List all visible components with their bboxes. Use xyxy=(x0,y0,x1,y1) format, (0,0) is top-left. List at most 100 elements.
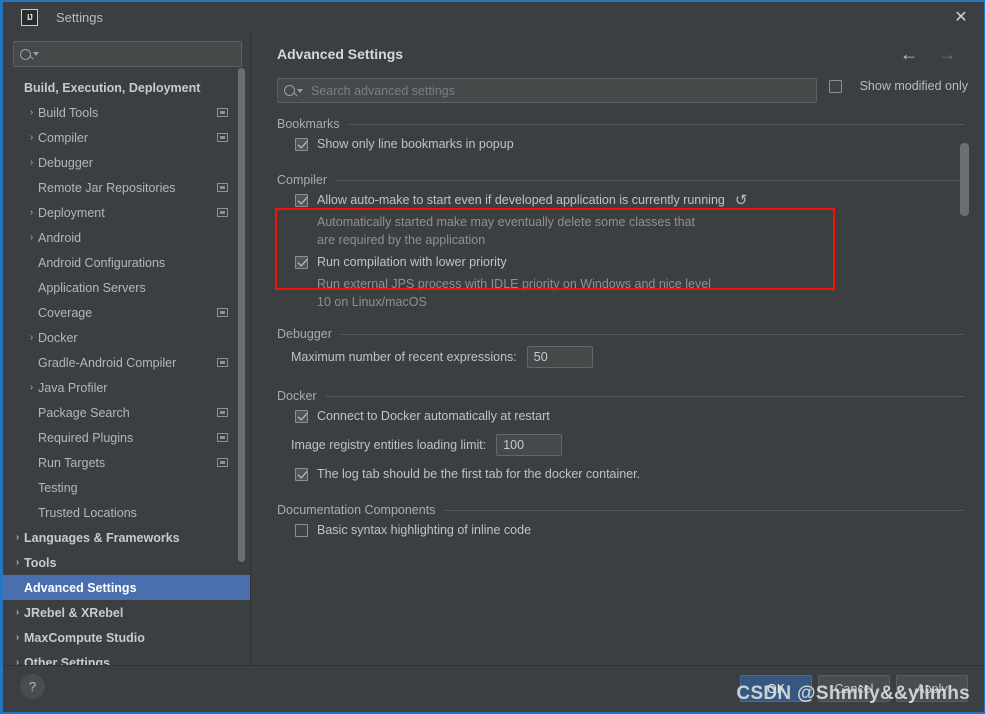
settings-sidebar: Build, Execution, Deployment › Build Tools… xyxy=(3,33,251,665)
show-modified-only-checkbox[interactable] xyxy=(828,79,842,93)
sidebar-item-application-servers[interactable]: Application Servers xyxy=(3,275,250,300)
chevron-right-icon[interactable]: › xyxy=(25,382,38,393)
sidebar-item-debugger[interactable]: › Debugger xyxy=(3,150,250,175)
sidebar-item-coverage[interactable]: Coverage xyxy=(3,300,250,325)
dialog-body: Build, Execution, Deployment › Build Tools… xyxy=(3,33,984,665)
setting-checkbox-row[interactable]: The log tab should be the first tab for … xyxy=(295,461,984,487)
setting-checkbox-row[interactable]: Run compilation with lower priority xyxy=(295,249,984,275)
sidebar-item-label: Android xyxy=(38,230,82,245)
sidebar-scrollbar[interactable] xyxy=(238,68,245,562)
sidebar-item-compiler[interactable]: › Compiler xyxy=(3,125,250,150)
setting-number-input[interactable]: 50 xyxy=(526,346,593,368)
setting-checkbox-row[interactable]: Allow auto-make to start even if develop… xyxy=(295,187,984,213)
chevron-right-icon[interactable]: › xyxy=(25,132,38,143)
module-settings-icon xyxy=(217,308,228,317)
sidebar-item-advanced-settings[interactable]: Advanced Settings xyxy=(3,575,250,600)
show-modified-only-toggle[interactable]: Show modified only xyxy=(828,79,968,93)
chevron-right-icon[interactable]: › xyxy=(11,607,24,618)
sidebar-item-gradle-android-compiler[interactable]: Gradle-Android Compiler xyxy=(3,350,250,375)
sidebar-search-wrapper xyxy=(3,33,250,73)
module-settings-icon xyxy=(217,108,228,117)
close-icon[interactable]: ✕ xyxy=(938,2,984,33)
setting-label: Connect to Docker automatically at resta… xyxy=(317,409,550,423)
chevron-right-icon[interactable]: › xyxy=(25,232,38,243)
sidebar-item-label: Testing xyxy=(38,480,78,495)
sidebar-item-run-targets[interactable]: Run Targets xyxy=(3,450,250,475)
advanced-search-input[interactable]: Search advanced settings xyxy=(277,78,817,103)
sidebar-item-label: Coverage xyxy=(38,305,93,320)
chevron-right-icon[interactable]: › xyxy=(25,332,38,343)
forward-arrow-icon[interactable]: → xyxy=(938,45,956,63)
section-title: Docker xyxy=(277,389,317,403)
search-dropdown-caret-icon[interactable] xyxy=(33,52,39,56)
setting-checkbox[interactable] xyxy=(295,467,308,481)
sidebar-item-docker[interactable]: › Docker xyxy=(3,325,250,350)
setting-description-line: Run external JPS process with IDLE prior… xyxy=(317,277,711,291)
setting-checkbox-row[interactable]: Connect to Docker automatically at resta… xyxy=(295,403,984,429)
sidebar-item-android-configurations[interactable]: Android Configurations xyxy=(3,250,250,275)
main-scrollbar[interactable] xyxy=(960,143,969,216)
setting-checkbox[interactable] xyxy=(295,137,308,151)
sidebar-item-maxcompute-studio[interactable]: › MaxCompute Studio xyxy=(3,625,250,650)
settings-dialog: IJ Settings ✕ Build, Execution, Deployme… xyxy=(0,0,985,714)
settings-search-input[interactable] xyxy=(13,41,242,67)
chevron-right-icon[interactable]: › xyxy=(11,632,24,643)
sidebar-item-label: Trusted Locations xyxy=(38,505,137,520)
show-modified-only-label: Show modified only xyxy=(859,79,968,93)
setting-label: Allow auto-make to start even if develop… xyxy=(317,193,725,207)
settings-scroll-area[interactable]: Bookmarks Show only line bookmarks in pop… xyxy=(251,101,984,665)
section-header: Bookmarks xyxy=(277,101,964,131)
setting-label: Show only line bookmarks in popup xyxy=(317,137,514,151)
sidebar-item-deployment[interactable]: › Deployment xyxy=(3,200,250,225)
setting-checkbox[interactable] xyxy=(295,409,308,423)
help-button[interactable]: ? xyxy=(20,674,45,699)
section-divider xyxy=(444,509,964,511)
setting-checkbox-row[interactable]: Show only line bookmarks in popup xyxy=(295,131,984,157)
sidebar-item-build-tools[interactable]: › Build Tools xyxy=(3,100,250,125)
setting-checkbox[interactable] xyxy=(295,255,308,269)
sidebar-item-java-profiler[interactable]: › Java Profiler xyxy=(3,375,250,400)
sidebar-item-languages-frameworks[interactable]: › Languages & Frameworks xyxy=(3,525,250,550)
sidebar-item-label: Languages & Frameworks xyxy=(24,530,180,545)
sidebar-item-trusted-locations[interactable]: Trusted Locations xyxy=(3,500,250,525)
chevron-right-icon[interactable]: › xyxy=(11,557,24,568)
sidebar-item-required-plugins[interactable]: Required Plugins xyxy=(3,425,250,450)
sidebar-item-build-execution-deployment[interactable]: Build, Execution, Deployment xyxy=(3,75,250,100)
main-header: Advanced Settings ← → Search advanced se… xyxy=(251,33,984,103)
sidebar-item-label: Advanced Settings xyxy=(24,580,137,595)
sidebar-item-tools[interactable]: › Tools xyxy=(3,550,250,575)
sidebar-item-label: Tools xyxy=(24,555,57,570)
sidebar-item-testing[interactable]: Testing xyxy=(3,475,250,500)
sidebar-item-package-search[interactable]: Package Search xyxy=(3,400,250,425)
search-icon xyxy=(284,85,295,96)
section-divider xyxy=(340,333,964,335)
intellij-logo-icon: IJ xyxy=(21,9,38,26)
chevron-right-icon[interactable]: › xyxy=(25,207,38,218)
revert-icon[interactable]: ↺ xyxy=(735,193,748,208)
sidebar-item-label: Docker xyxy=(38,330,78,345)
section-title: Documentation Components xyxy=(277,503,436,517)
setting-checkbox-row[interactable]: Basic syntax highlighting of inline code xyxy=(295,517,984,543)
sidebar-item-label: Build, Execution, Deployment xyxy=(24,80,201,95)
sidebar-item-label: Gradle-Android Compiler xyxy=(38,355,177,370)
setting-number-input[interactable]: 100 xyxy=(496,434,563,456)
title-bar: IJ Settings ✕ xyxy=(3,2,984,33)
sidebar-item-other-settings[interactable]: › Other Settings xyxy=(3,650,250,666)
search-dropdown-caret-icon[interactable] xyxy=(297,88,303,93)
settings-tree[interactable]: Build, Execution, Deployment › Build Tools… xyxy=(3,75,250,665)
chevron-right-icon[interactable]: › xyxy=(25,107,38,118)
chevron-right-icon[interactable]: › xyxy=(11,532,24,543)
sidebar-item-jrebel-xrebel[interactable]: › JRebel & XRebel xyxy=(3,600,250,625)
page-title: Advanced Settings xyxy=(277,46,404,62)
sidebar-item-label: Remote Jar Repositories xyxy=(38,180,176,195)
sidebar-item-android[interactable]: › Android xyxy=(3,225,250,250)
setting-label: The log tab should be the first tab for … xyxy=(317,467,641,481)
back-arrow-icon[interactable]: ← xyxy=(900,45,918,63)
watermark-text: CSDN @Shmily&&ylimhs xyxy=(736,683,970,704)
chevron-right-icon[interactable]: › xyxy=(11,657,24,665)
settings-main-panel: Advanced Settings ← → Search advanced se… xyxy=(251,33,984,665)
chevron-right-icon[interactable]: › xyxy=(25,157,38,168)
setting-checkbox[interactable] xyxy=(295,193,308,207)
setting-checkbox[interactable] xyxy=(295,523,308,537)
sidebar-item-remote-jar-repositories[interactable]: Remote Jar Repositories xyxy=(3,175,250,200)
